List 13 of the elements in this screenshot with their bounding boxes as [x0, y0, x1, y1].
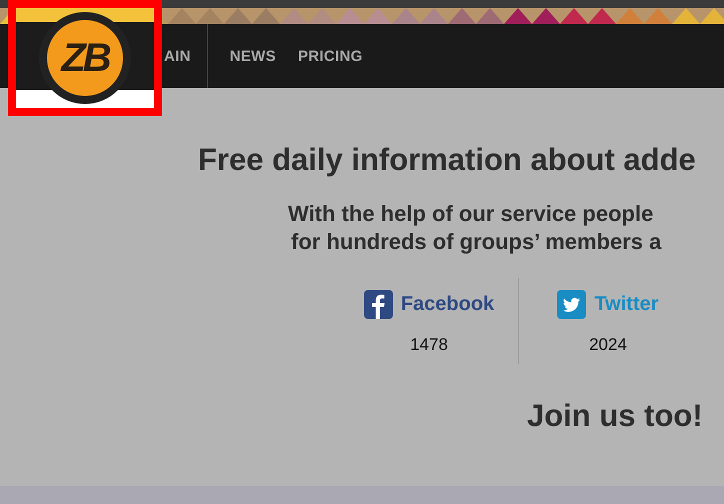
- nav-link[interactable]: AIN: [164, 48, 191, 64]
- headline: Free daily information about adde: [198, 142, 697, 178]
- nav-link[interactable]: PRICING: [298, 48, 363, 64]
- bird-icon: [557, 290, 586, 319]
- facebook-icon: [364, 290, 393, 319]
- follower-count: 1478: [410, 335, 448, 355]
- follower-count: 2024: [589, 335, 627, 355]
- nav-link[interactable]: NEWS: [230, 48, 276, 64]
- call-to-action: Join us too!: [527, 398, 704, 434]
- social-link[interactable]: Facebook: [364, 290, 494, 319]
- subtitle-line: for hundreds of groups’ members a: [291, 228, 662, 256]
- subtitle-line: With the help of our service people: [288, 200, 654, 228]
- logo[interactable]: ZB: [39, 12, 131, 104]
